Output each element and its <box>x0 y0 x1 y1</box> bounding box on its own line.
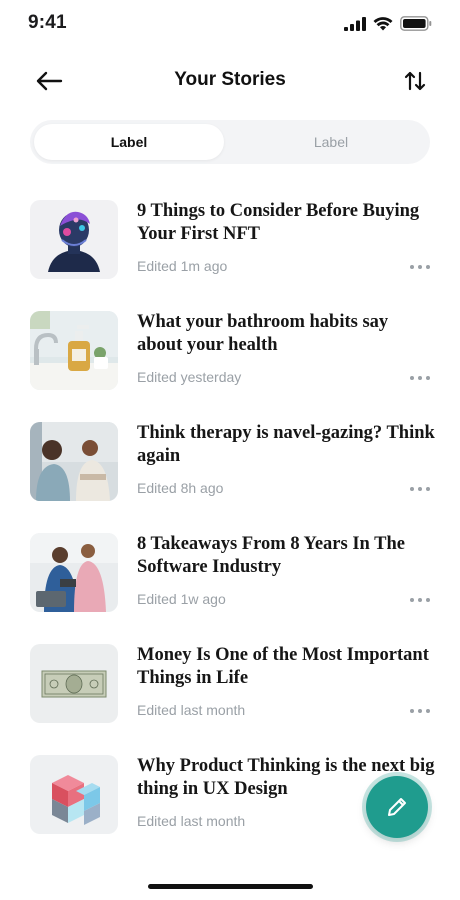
story-title: What your bathroom habits say about your… <box>137 312 389 355</box>
more-options-icon[interactable] <box>410 373 430 383</box>
story-meta: Edited last month <box>137 813 246 829</box>
story-meta: Edited 1m ago <box>137 258 228 274</box>
story-title: 9 Things to Consider Before Buying Your … <box>137 201 420 244</box>
therapy-session-image <box>30 422 118 501</box>
dollar-bill-image <box>30 644 118 723</box>
story-title: Think therapy is navel-gazing? Think aga… <box>137 423 435 466</box>
software-team-image <box>30 533 118 612</box>
story-item[interactable]: Money Is One of the Most Important Thing… <box>0 636 460 732</box>
story-item[interactable]: What your bathroom habits say about your… <box>0 303 460 399</box>
story-meta: Edited last month <box>137 702 246 718</box>
story-item[interactable]: Think therapy is navel-gazing? Think aga… <box>0 414 460 510</box>
more-options-icon[interactable] <box>410 706 430 716</box>
home-indicator <box>148 884 313 889</box>
sort-arrows-icon <box>404 71 426 91</box>
nft-bust-image <box>30 200 118 279</box>
cube-blocks-image <box>30 755 118 834</box>
page-title: Your Stories <box>174 69 286 90</box>
story-meta: Edited 8h ago <box>137 480 224 496</box>
tab-label-1[interactable]: Label <box>34 124 224 160</box>
story-item[interactable]: 9 Things to Consider Before Buying Your … <box>0 192 460 288</box>
wifi-icon <box>373 16 393 30</box>
tab-label-2[interactable]: Label <box>236 124 426 160</box>
compose-fab-button[interactable] <box>366 776 428 838</box>
status-icons <box>344 16 432 31</box>
story-meta: Edited 1w ago <box>137 591 226 607</box>
nav-header: Your Stories <box>0 58 460 104</box>
battery-icon <box>400 16 432 31</box>
more-options-icon[interactable] <box>410 595 430 605</box>
segmented-control: Label Label <box>30 120 430 164</box>
story-title: Money Is One of the Most Important Thing… <box>137 645 429 688</box>
more-options-icon[interactable] <box>410 262 430 272</box>
story-title: 8 Takeaways From 8 Years In The Software… <box>137 534 405 577</box>
signal-icon <box>344 16 366 31</box>
sort-button[interactable] <box>398 64 432 98</box>
pencil-icon <box>388 798 406 816</box>
status-time: 9:41 <box>28 12 67 33</box>
story-item[interactable]: 8 Takeaways From 8 Years In The Software… <box>0 525 460 621</box>
story-meta: Edited yesterday <box>137 369 242 385</box>
bathroom-sink-image <box>30 311 118 390</box>
status-bar: 9:41 <box>0 0 460 50</box>
more-options-icon[interactable] <box>410 484 430 494</box>
